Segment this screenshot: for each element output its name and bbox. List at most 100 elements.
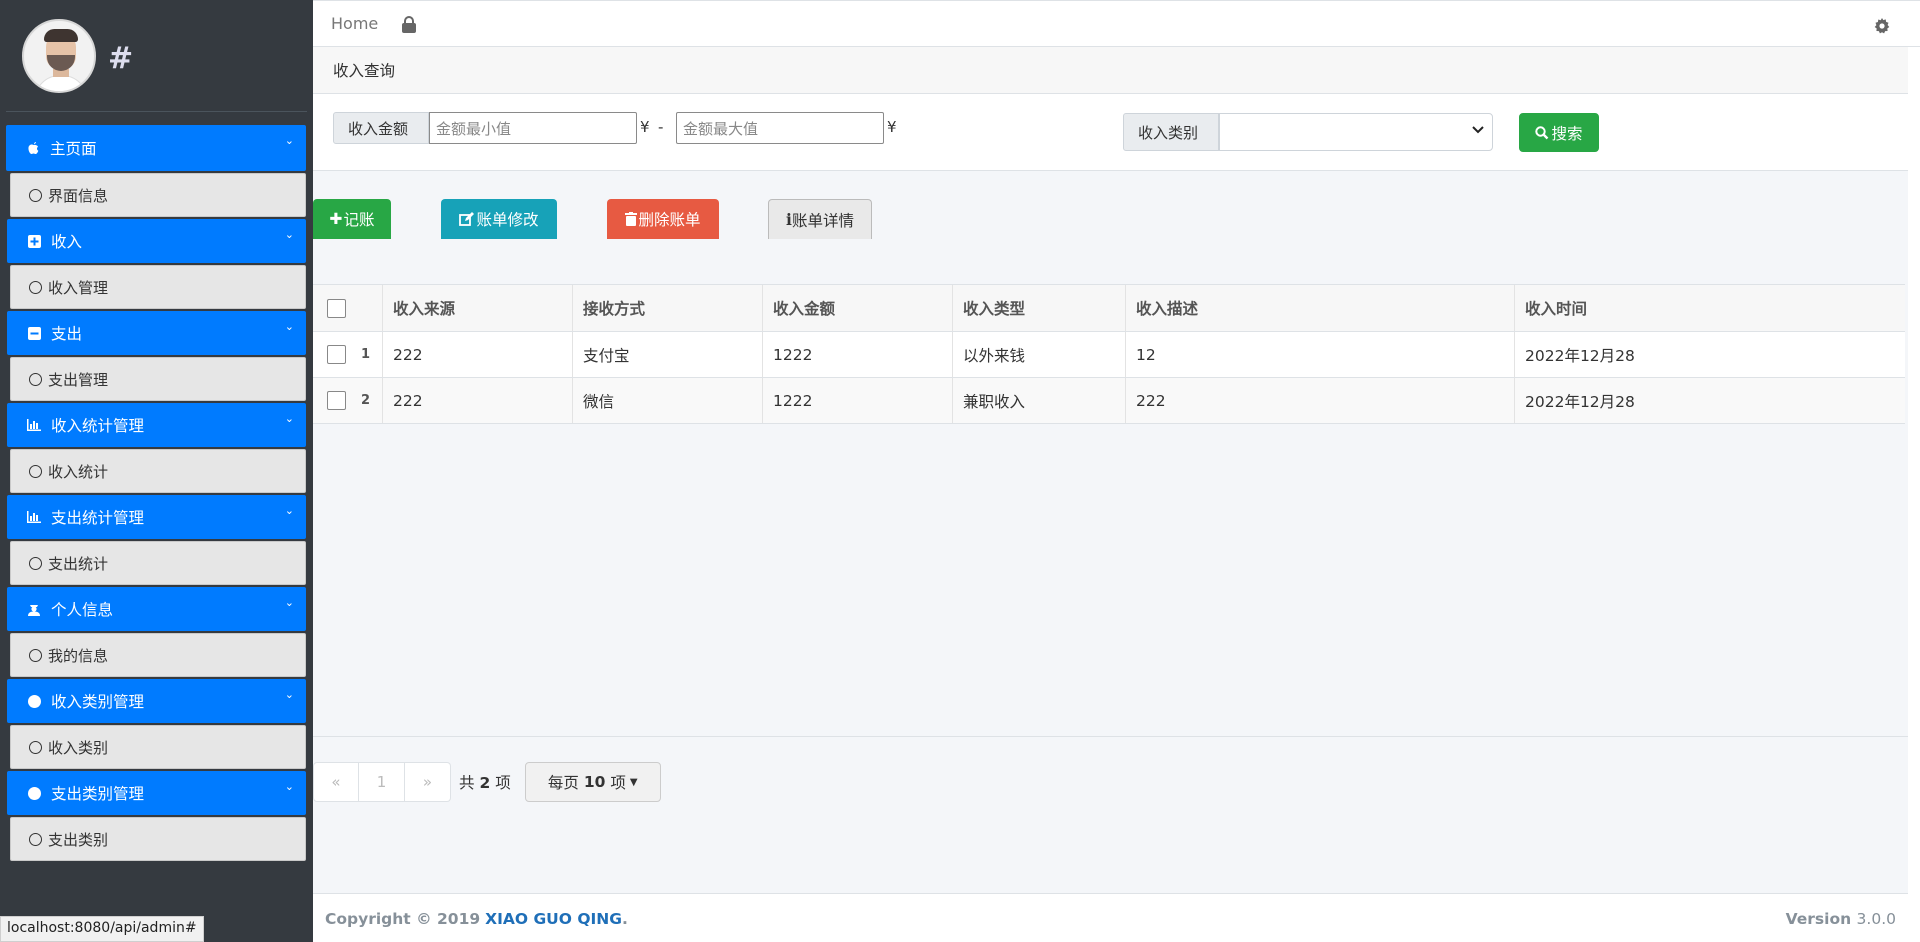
- per-page-suffix: 项: [610, 774, 626, 792]
- menu-home[interactable]: 主页面 ⌄: [6, 125, 306, 171]
- caret-down-icon: ▼: [629, 776, 638, 788]
- main-area: Home 收入查询 收入金额 金额最小值 ¥ - 金额最大值 ¥ 收入类别 搜索…: [313, 0, 1920, 942]
- home-link[interactable]: Home: [331, 14, 378, 33]
- menu-expense[interactable]: 支出 ⌄: [7, 311, 306, 355]
- chevron-down-icon: ⌄: [284, 228, 294, 241]
- total-count: 共 2 项: [459, 771, 511, 793]
- delete-record-button[interactable]: 删除账单: [607, 199, 719, 239]
- brand-link[interactable]: #: [108, 41, 133, 76]
- row-checkbox[interactable]: [326, 345, 346, 364]
- bar-chart-icon: [27, 418, 41, 432]
- table-cell: 222: [383, 332, 573, 377]
- table-cell: 12: [1126, 332, 1515, 377]
- menu-item-expense-category[interactable]: 支出类别: [10, 817, 306, 861]
- circle-icon: [27, 786, 41, 800]
- circle-outline-icon: [29, 372, 42, 386]
- circle-icon: [27, 694, 41, 708]
- lock-icon[interactable]: [402, 15, 417, 33]
- bar-chart-icon: [27, 510, 41, 524]
- row-index: 2: [349, 378, 383, 423]
- amount-max-input[interactable]: 金额最大值: [676, 112, 884, 144]
- column-header[interactable]: 收入类型: [953, 285, 1126, 331]
- menu-income-category[interactable]: 收入类别管理 ⌄: [7, 679, 306, 723]
- table-cell: 兼职收入: [953, 378, 1126, 423]
- circle-outline-icon: [29, 188, 42, 202]
- version-label: Version: [1785, 909, 1852, 928]
- circle-outline-icon: [29, 280, 42, 294]
- total-prefix: 共: [459, 774, 475, 792]
- trash-icon: [625, 212, 638, 226]
- menu-item-label: 界面信息: [48, 186, 109, 205]
- circle-outline-icon: [29, 832, 42, 846]
- menu-income-stats[interactable]: 收入统计管理 ⌄: [7, 403, 306, 447]
- search-icon: [1535, 125, 1549, 140]
- sidebar: # 主页面 ⌄ 界面信息 收入 ⌄ 收入管理 支出 ⌄ 支出管理 收入统计管理 …: [0, 0, 313, 942]
- circle-outline-icon: [29, 740, 42, 754]
- user-panel: #: [6, 0, 307, 112]
- column-header[interactable]: 收入时间: [1515, 285, 1905, 331]
- amount-min-input[interactable]: 金额最小值: [429, 112, 637, 144]
- table-cell: 微信: [573, 378, 763, 423]
- menu-expense-category[interactable]: 支出类别管理 ⌄: [7, 771, 306, 815]
- column-header[interactable]: 收入来源: [383, 285, 573, 331]
- menu-item-label: 收入类别: [48, 738, 109, 757]
- prev-page-button[interactable]: «: [313, 762, 359, 802]
- table-header: 收入来源 接收方式 收入金额 收入类型 收入描述 收入时间: [313, 285, 1905, 332]
- menu-item-label: 收入管理: [48, 278, 109, 297]
- pagination: « 1 » 共 2 项 每页 10 项 ▼: [313, 762, 661, 802]
- column-header[interactable]: 收入金额: [763, 285, 953, 331]
- column-header[interactable]: 收入描述: [1126, 285, 1515, 331]
- footer-brand-link[interactable]: XIAO GUO QING: [485, 910, 622, 928]
- total-number: 2: [479, 774, 491, 792]
- page-size-dropdown[interactable]: 每页 10 项 ▼: [524, 762, 661, 802]
- sidebar-menu: 主页面 ⌄ 界面信息 收入 ⌄ 收入管理 支出 ⌄ 支出管理 收入统计管理 ⌄ …: [0, 125, 313, 861]
- menu-item-label: 支出统计: [48, 554, 109, 573]
- menu-expense-stats[interactable]: 支出统计管理 ⌄: [7, 495, 306, 539]
- menu-item-income-stats[interactable]: 收入统计: [10, 449, 306, 493]
- menu-item-dashboard[interactable]: 界面信息: [10, 173, 306, 217]
- select-all-cell: [313, 285, 349, 331]
- footer-dot: .: [621, 909, 628, 928]
- footer: Copyright © 2019 XIAO GUO QING. Version …: [313, 893, 1908, 942]
- menu-item-income-manage[interactable]: 收入管理: [10, 265, 306, 309]
- amount-label: 收入金额: [333, 112, 429, 144]
- next-page-button[interactable]: »: [405, 762, 451, 802]
- chevron-down-icon: ⌄: [284, 504, 294, 517]
- page-title: 收入查询: [313, 47, 1908, 94]
- select-all-checkbox[interactable]: [326, 298, 346, 318]
- plus-square-icon: [27, 234, 41, 248]
- menu-item-expense-stats[interactable]: 支出统计: [10, 541, 306, 585]
- menu-profile[interactable]: 个人信息 ⌄: [7, 587, 306, 631]
- gear-icon[interactable]: [1874, 18, 1890, 38]
- menu-item-income-category[interactable]: 收入类别: [10, 725, 306, 769]
- copyright-text: Copyright © 2019: [325, 909, 481, 928]
- table-row[interactable]: 2 222 微信 1222 兼职收入 222 2022年12月28: [313, 378, 1905, 424]
- record-detail-button[interactable]: i 账单详情: [768, 199, 872, 239]
- avatar[interactable]: [22, 18, 96, 93]
- add-record-button[interactable]: ✚ 记账: [313, 199, 391, 239]
- menu-item-expense-manage[interactable]: 支出管理: [10, 357, 306, 401]
- table-row[interactable]: 1 222 支付宝 1222 以外来钱 12 2022年12月28: [313, 332, 1905, 378]
- row-select-cell: [313, 332, 349, 377]
- table-cell: 222: [1126, 378, 1515, 423]
- menu-income[interactable]: 收入 ⌄: [7, 219, 306, 263]
- search-button[interactable]: 搜索: [1519, 113, 1599, 152]
- content-wrapper: 收入查询 收入金额 金额最小值 ¥ - 金额最大值 ¥ 收入类别 搜索 ✚ 记账…: [313, 47, 1908, 893]
- row-checkbox[interactable]: [326, 391, 346, 410]
- edit-record-button[interactable]: 账单修改: [441, 199, 557, 239]
- chevron-down-icon: [1472, 123, 1484, 138]
- menu-item-label: 支出管理: [48, 370, 109, 389]
- table-cell: 1222: [763, 378, 953, 423]
- version-number: 3.0.0: [1856, 909, 1896, 928]
- chevron-down-icon: ⌄: [284, 596, 294, 609]
- delete-record-label: 删除账单: [638, 211, 701, 229]
- page-number-button[interactable]: 1: [359, 762, 405, 802]
- column-header[interactable]: 接收方式: [573, 285, 763, 331]
- menu-item-label: 我的信息: [48, 646, 109, 665]
- category-select[interactable]: [1219, 113, 1493, 151]
- per-page-number: 10: [583, 773, 606, 791]
- top-navbar: Home: [313, 1, 1920, 47]
- plus-icon: ✚: [329, 210, 343, 228]
- menu-item-my-info[interactable]: 我的信息: [10, 633, 306, 677]
- table-cell: 2022年12月28: [1525, 392, 1635, 411]
